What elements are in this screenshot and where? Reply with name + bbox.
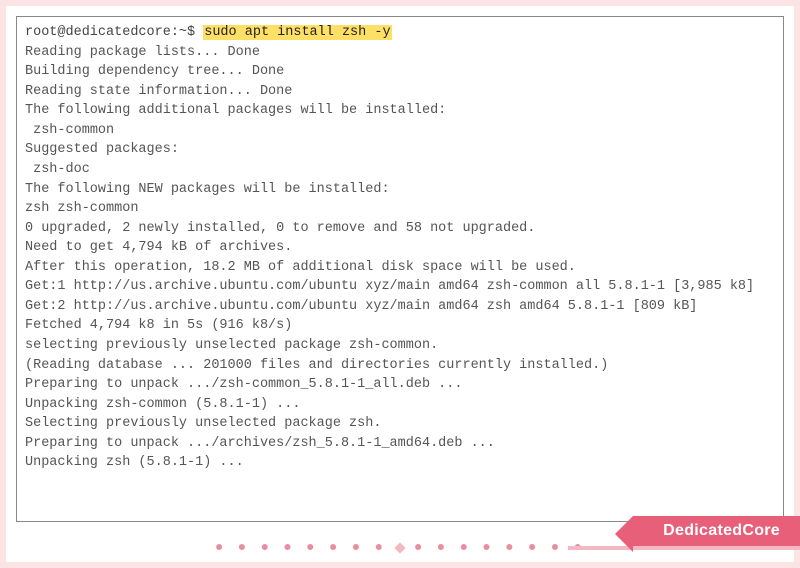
output-line: Reading state information... Done: [25, 82, 775, 102]
brand-label: DedicatedCore: [663, 522, 780, 539]
output-line: Get:2 http://us.archive.ubuntu.com/ubunt…: [25, 297, 775, 317]
output-line: zsh-common: [25, 121, 775, 141]
left-dots: ● ● ● ● ● ● ● ●: [215, 540, 386, 556]
output-line: The following NEW packages will be insta…: [25, 180, 775, 200]
output-line: zsh-doc: [25, 160, 775, 180]
output-line: Unpacking zsh (5.8.1-1) ...: [25, 453, 775, 473]
output-line: Building dependency tree... Done: [25, 62, 775, 82]
footer: ● ● ● ● ● ● ● ● ● ● ● ● ● ● ● ● Dedicate…: [6, 522, 794, 562]
decorative-dots: ● ● ● ● ● ● ● ● ● ● ● ● ● ● ● ●: [215, 540, 585, 556]
output-line: Selecting previously unselected package …: [25, 414, 775, 434]
entered-command: sudo apt install zsh -y: [203, 25, 391, 40]
output-line: selecting previously unselected package …: [25, 336, 775, 356]
output-line: (Reading database ... 201000 files and d…: [25, 356, 775, 376]
output-line: Fetched 4,794 k8 in 5s (916 k8/s): [25, 316, 775, 336]
prompt-line: root@dedicatedcore:~$ sudo apt install z…: [25, 23, 775, 43]
terminal-window: root@dedicatedcore:~$ sudo apt install z…: [16, 16, 784, 522]
output-line: Unpacking zsh-common (5.8.1-1) ...: [25, 395, 775, 415]
brand-underline: [568, 546, 800, 550]
output-line: Get:1 http://us.archive.ubuntu.com/ubunt…: [25, 277, 775, 297]
output-line: The following additional packages will b…: [25, 101, 775, 121]
output-line: Preparing to unpack .../zsh-common_5.8.1…: [25, 375, 775, 395]
output-line: Suggested packages:: [25, 140, 775, 160]
right-dots: ● ● ● ● ● ● ● ●: [414, 540, 585, 556]
output-line: Need to get 4,794 kB of archives.: [25, 238, 775, 258]
shell-prompt: root@dedicatedcore:~$: [25, 25, 203, 40]
diamond-icon: [394, 542, 405, 553]
brand-tab: DedicatedCore: [633, 516, 800, 546]
output-line: 0 upgraded, 2 newly installed, 0 to remo…: [25, 219, 775, 239]
output-line: After this operation, 18.2 MB of additio…: [25, 258, 775, 278]
output-line: Preparing to unpack .../archives/zsh_5.8…: [25, 434, 775, 454]
output-line: zsh zsh-common: [25, 199, 775, 219]
output-line: Reading package lists... Done: [25, 43, 775, 63]
